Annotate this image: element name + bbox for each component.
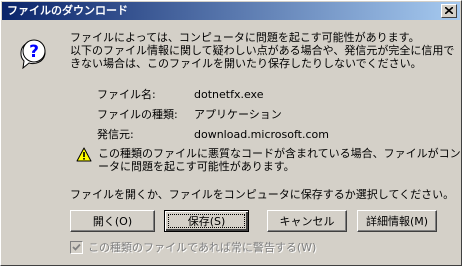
intro-line: ファイルによっては、コンピュータに問題を起こす可能性があります。 <box>70 31 420 44</box>
always-warn-checkbox <box>70 241 83 254</box>
warning-icon <box>76 147 92 162</box>
file-type-label: ファイルの種類: <box>97 108 178 121</box>
download-dialog: ファイルのダウンロード ? ファイルによっては、コンピュータに問題を起こす可能性… <box>0 0 462 266</box>
title-bar[interactable]: ファイルのダウンロード <box>2 2 460 20</box>
warning-line: ータに問題を起こす可能性があります。 <box>98 160 295 173</box>
close-icon <box>445 7 453 14</box>
prompt-text: ファイルを開くか、ファイルをコンピュータに保存するか選択してください。 <box>70 188 455 201</box>
intro-line: きない場合は、このファイルを開いたり保存したりしないでください。 <box>70 57 422 70</box>
cancel-button[interactable]: キャンセル <box>267 210 347 232</box>
intro-line: 以下のファイル情報に関して疑わしい点がある場合や、発信元が完全に信用で <box>70 44 455 57</box>
focus-rect <box>168 214 245 228</box>
open-button[interactable]: 開く(O) <box>70 210 155 232</box>
svg-text:?: ? <box>29 42 39 62</box>
always-warn-label: この種類のファイルであれば常に警告する(W) <box>88 241 317 254</box>
file-name-label: ファイル名: <box>97 88 156 101</box>
window-title: ファイルのダウンロード <box>7 4 128 17</box>
details-button[interactable]: 詳細情報(M) <box>357 210 437 232</box>
warning-line: この種類のファイルに悪質なコードが含まれている場合、ファイルがコンピュ <box>98 147 462 160</box>
source-value: download.microsoft.com <box>194 128 329 141</box>
question-icon: ? <box>20 39 46 69</box>
warning-message: この種類のファイルに悪質なコードが含まれている場合、ファイルがコンピュ ータに問… <box>98 147 462 173</box>
close-button[interactable] <box>441 4 457 18</box>
source-label: 発信元: <box>97 128 134 141</box>
save-button[interactable]: 保存(S) <box>164 210 249 232</box>
file-name-value: dotnetfx.exe <box>194 88 264 101</box>
checkmark-icon <box>72 243 81 251</box>
file-type-value: アプリケーション <box>194 108 282 121</box>
intro-message: ファイルによっては、コンピュータに問題を起こす可能性があります。 以下のファイル… <box>70 31 455 70</box>
